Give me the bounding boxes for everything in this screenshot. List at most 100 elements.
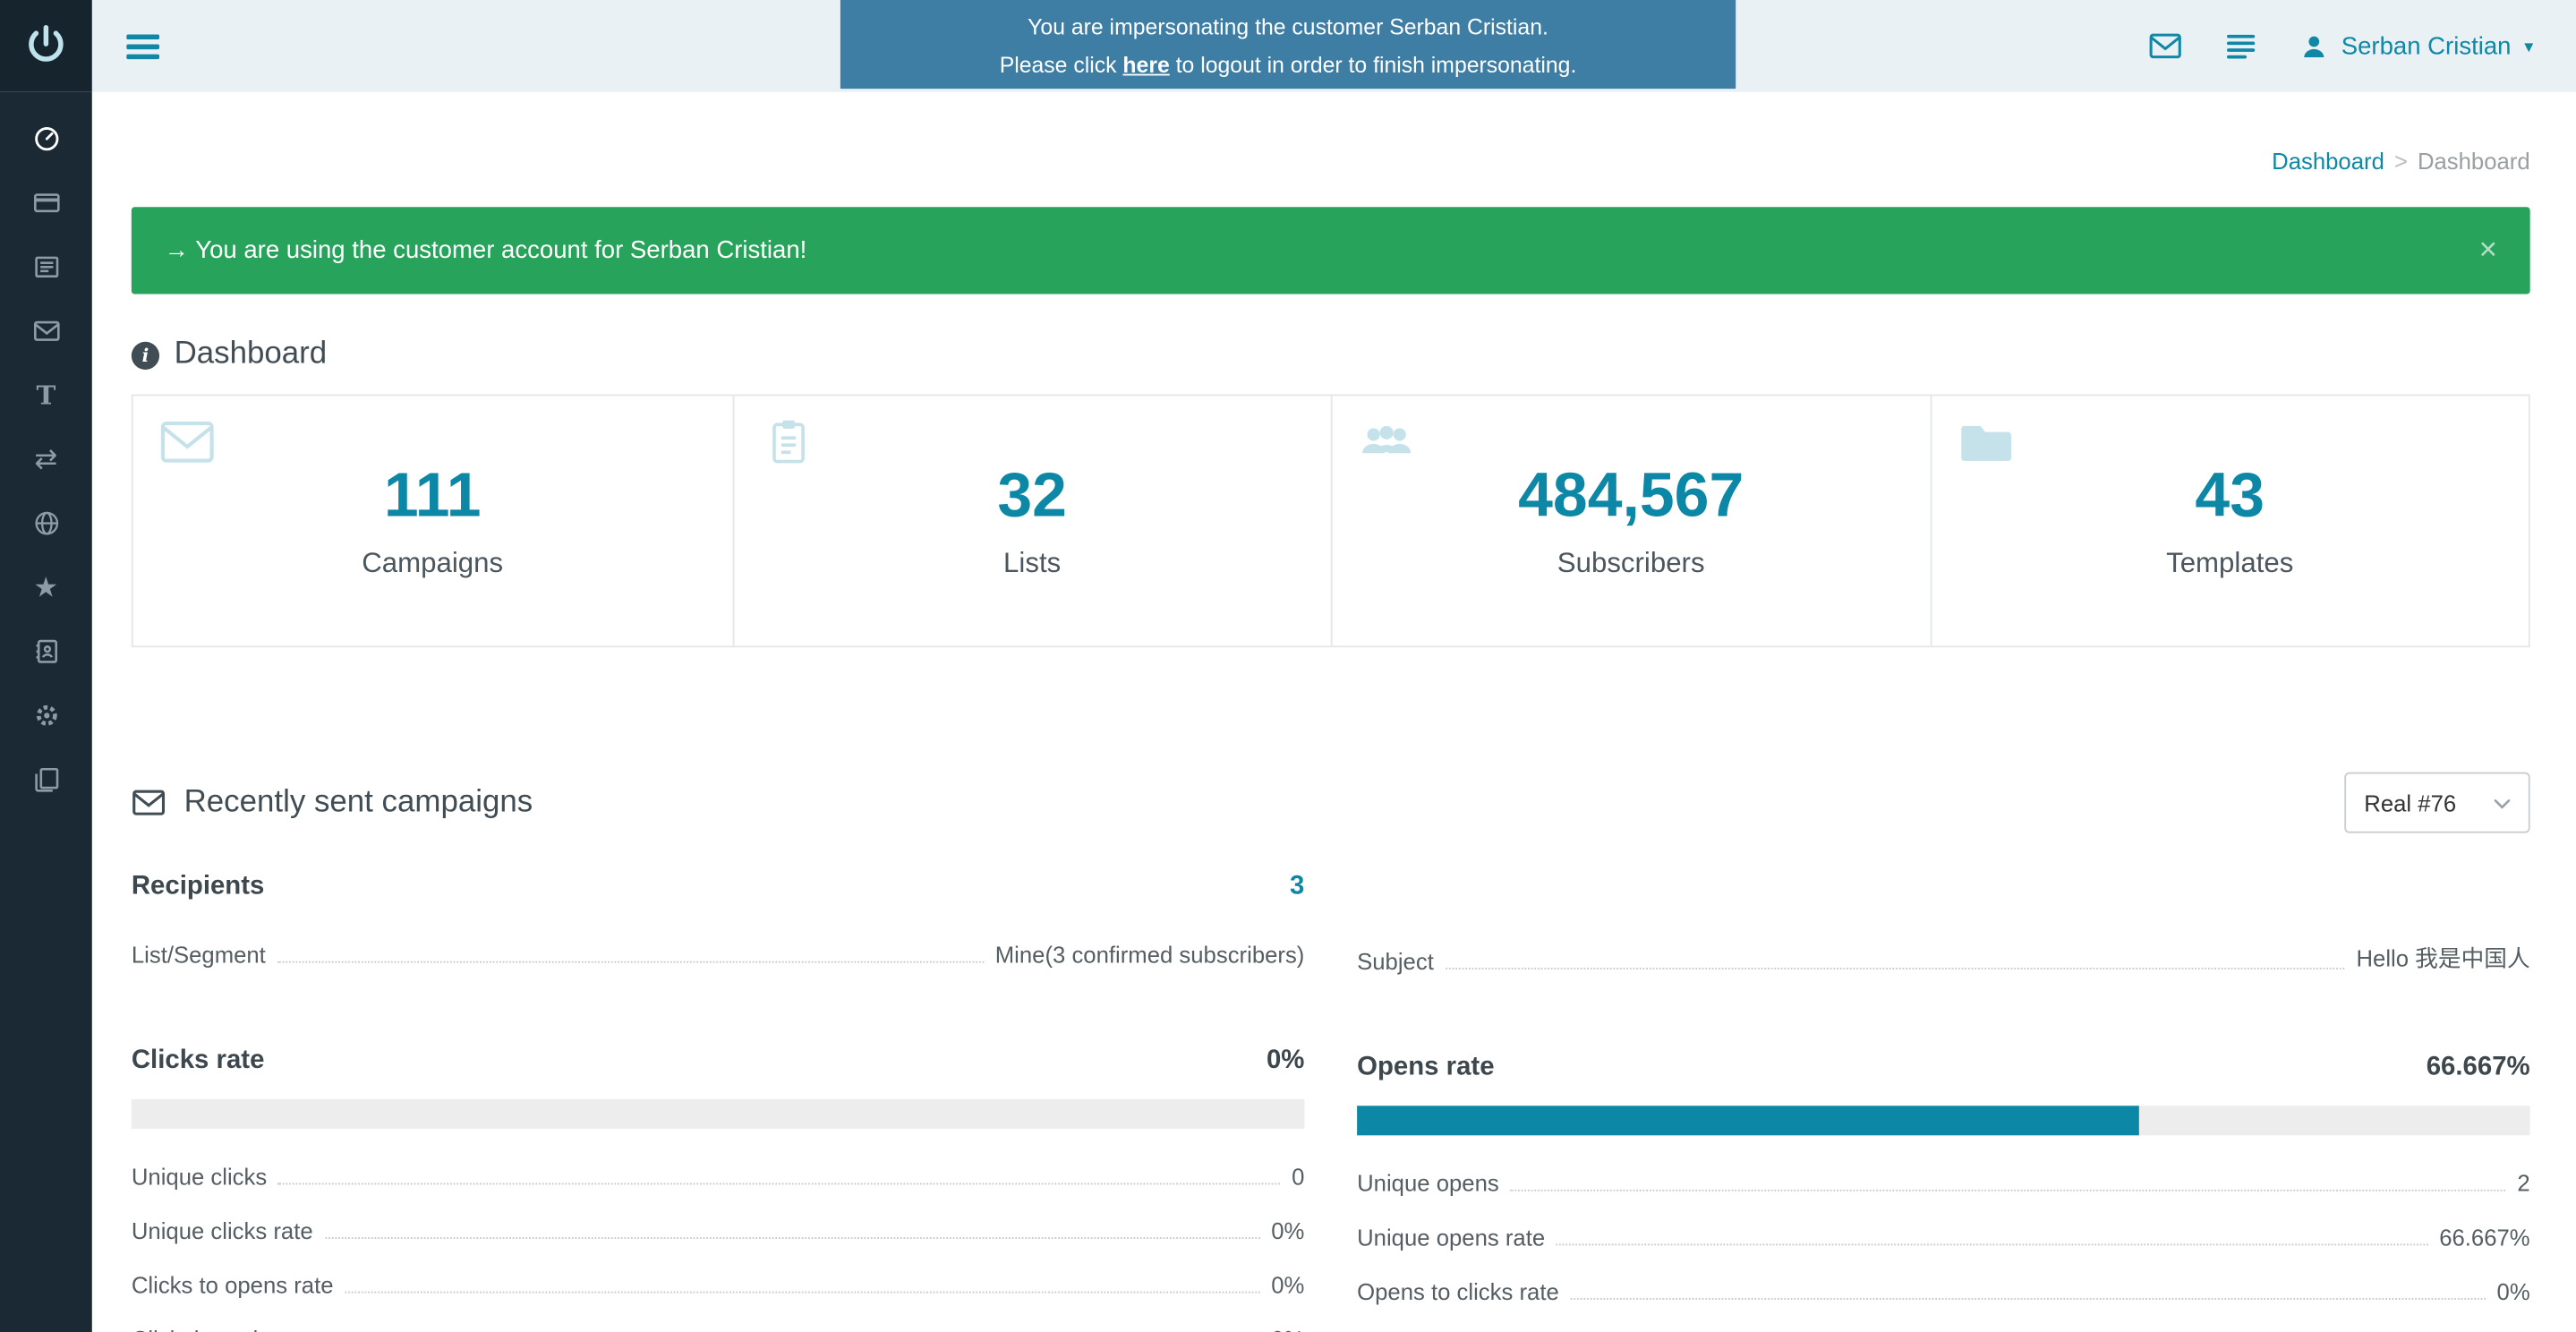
dotted-leader bbox=[325, 1237, 1260, 1239]
recipients-row: Recipients 3 bbox=[132, 863, 1305, 912]
stat-card-campaigns[interactable]: 111 Campaigns bbox=[133, 396, 732, 645]
subject-label: Subject bbox=[1357, 948, 1434, 974]
dotted-leader bbox=[1571, 1298, 2486, 1300]
stat-label: Templates bbox=[2166, 547, 2293, 580]
credit-card-icon bbox=[32, 189, 60, 217]
stat-card-templates[interactable]: 43 Templates bbox=[1930, 396, 2529, 645]
sidebar-item-lists[interactable] bbox=[0, 619, 92, 684]
sidebar-item-favorites[interactable]: ★ bbox=[0, 555, 92, 619]
stat-label: Campaigns bbox=[362, 547, 503, 580]
stat-card-lists[interactable]: 32 Lists bbox=[732, 396, 1331, 645]
metric-row: Clicks to opens rate0% bbox=[132, 1259, 1305, 1313]
stat-value: 111 bbox=[384, 462, 482, 533]
clicks-rate-row: Clicks rate 0% bbox=[132, 1037, 1305, 1086]
stat-value: 484,567 bbox=[1518, 462, 1744, 533]
subject-value: Hello 我是中国人 bbox=[2356, 942, 2529, 975]
dotted-leader bbox=[1446, 968, 2345, 969]
campaign-selector-value: Real #76 bbox=[2364, 790, 2456, 815]
stat-label: Lists bbox=[1003, 547, 1061, 580]
main-content: Dashboard > Dashboard → You are using the … bbox=[92, 92, 2576, 1332]
top-bar-actions: Serban Cristian ▾ bbox=[2149, 30, 2576, 63]
opens-rate-row: Opens rate 66.667% bbox=[1357, 1044, 2530, 1093]
impersonation-banner: You are impersonating the customer Serba… bbox=[840, 0, 1736, 89]
impersonation-success-alert: → You are using the customer account for… bbox=[132, 207, 2530, 294]
app-logo[interactable] bbox=[0, 0, 92, 92]
stat-card-subscribers[interactable]: 484,567 Subscribers bbox=[1331, 396, 1930, 645]
sidebar-item-dashboard[interactable] bbox=[0, 107, 92, 171]
dotted-leader bbox=[1557, 1243, 2427, 1245]
opens-column: Subject Hello 我是中国人 Opens rate 66.667% U… bbox=[1357, 863, 2530, 1332]
address-book-icon bbox=[32, 637, 60, 665]
metric-row: Unique opens2 bbox=[1357, 1157, 2530, 1211]
metric-row: Unique opens rate66.667% bbox=[1357, 1211, 2530, 1266]
clicks-rate-value: 0% bbox=[1267, 1046, 1304, 1076]
dashboard-gauge-icon bbox=[32, 124, 60, 152]
chevron-down-icon: ▾ bbox=[2524, 35, 2533, 56]
sidebar-item-campaigns[interactable] bbox=[0, 299, 92, 363]
envelope-icon bbox=[132, 789, 166, 816]
opens-progress-bar bbox=[1357, 1106, 2530, 1135]
power-logo-icon bbox=[21, 21, 71, 71]
breadcrumb-separator: > bbox=[2394, 148, 2408, 174]
list-segment-label: List/Segment bbox=[132, 942, 266, 968]
chevron-down-icon bbox=[2491, 791, 2514, 815]
list-segment-row: List/Segment Mine(3 confirmed subscriber… bbox=[132, 928, 1305, 983]
recipients-label: Recipients bbox=[132, 873, 265, 902]
stat-label: Subscribers bbox=[1557, 547, 1705, 580]
newspaper-icon bbox=[32, 253, 60, 281]
font-t-icon: T bbox=[36, 382, 55, 408]
metric-row: Opens to clicks rate0% bbox=[1357, 1265, 2530, 1319]
sidebar-nav: T ⇄ ★ bbox=[0, 92, 92, 1332]
user-name: Serban Cristian bbox=[2341, 32, 2512, 60]
dotted-leader bbox=[345, 1292, 1259, 1294]
opens-rate-label: Opens rate bbox=[1357, 1054, 1494, 1083]
sidebar-item-price-plans[interactable] bbox=[0, 171, 92, 235]
clicks-column: Recipients 3 List/Segment Mine(3 confirm… bbox=[132, 863, 1305, 1332]
messages-envelope-icon[interactable] bbox=[2149, 30, 2182, 63]
clicks-progress-bar bbox=[132, 1099, 1305, 1129]
clicks-rate-label: Clicks rate bbox=[132, 1046, 265, 1076]
page-title: Dashboard bbox=[175, 337, 328, 372]
sidebar-item-articles[interactable] bbox=[0, 235, 92, 299]
stats-row: 111 Campaigns 32 Lists bbox=[132, 395, 2530, 648]
menu-toggle-icon[interactable] bbox=[126, 29, 159, 64]
stat-value: 32 bbox=[997, 462, 1067, 533]
subject-row: Subject Hello 我是中国人 bbox=[1357, 928, 2530, 989]
envelope-icon bbox=[159, 417, 215, 474]
impersonation-line2: Please click here to logout in order to … bbox=[840, 47, 1736, 85]
top-bar: You are impersonating the customer Serba… bbox=[0, 0, 2576, 92]
logout-here-link[interactable]: here bbox=[1122, 52, 1169, 77]
info-icon: i bbox=[132, 341, 159, 369]
campaign-stats-columns: Recipients 3 List/Segment Mine(3 confirm… bbox=[132, 863, 2530, 1332]
sidebar-item-api-keys[interactable] bbox=[0, 747, 92, 812]
clicks-metrics: Unique clicks0 Unique clicks rate0% Clic… bbox=[132, 1150, 1305, 1332]
sidebar-item-templates[interactable]: T bbox=[0, 363, 92, 428]
sidebar-item-transactional-emails[interactable]: ⇄ bbox=[0, 427, 92, 491]
page-heading: i Dashboard bbox=[132, 337, 2530, 372]
metric-row: Click through rate0% bbox=[132, 1313, 1305, 1332]
recent-campaigns-title: Recently sent campaigns bbox=[132, 784, 533, 820]
close-icon[interactable]: × bbox=[2479, 235, 2497, 266]
dotted-leader bbox=[277, 961, 984, 963]
alert-text: → You are using the customer account for… bbox=[165, 236, 807, 264]
breadcrumb: Dashboard > Dashboard bbox=[132, 148, 2530, 174]
gear-icon bbox=[32, 702, 60, 730]
clipboard-icon bbox=[760, 417, 815, 474]
lists-stack-icon[interactable] bbox=[2224, 30, 2257, 63]
breadcrumb-parent-link[interactable]: Dashboard bbox=[2272, 148, 2384, 174]
dotted-leader bbox=[278, 1183, 1280, 1185]
star-icon: ★ bbox=[33, 574, 58, 602]
opens-progress-fill bbox=[1357, 1106, 2139, 1135]
user-icon bbox=[2300, 32, 2328, 60]
opens-metrics: Unique opens2 Unique opens rate66.667% O… bbox=[1357, 1157, 2530, 1319]
swap-arrows-icon: ⇄ bbox=[34, 445, 57, 473]
sidebar-item-domains[interactable] bbox=[0, 491, 92, 556]
recipients-value: 3 bbox=[1290, 873, 1304, 902]
dotted-leader bbox=[1511, 1190, 2506, 1191]
list-segment-value: Mine(3 confirmed subscribers) bbox=[995, 942, 1305, 968]
breadcrumb-current: Dashboard bbox=[2418, 148, 2530, 174]
sidebar-item-settings[interactable] bbox=[0, 684, 92, 748]
campaign-selector[interactable]: Real #76 bbox=[2344, 773, 2529, 833]
metric-row: Unique clicks0 bbox=[132, 1150, 1305, 1205]
account-menu[interactable]: Serban Cristian ▾ bbox=[2300, 32, 2533, 60]
